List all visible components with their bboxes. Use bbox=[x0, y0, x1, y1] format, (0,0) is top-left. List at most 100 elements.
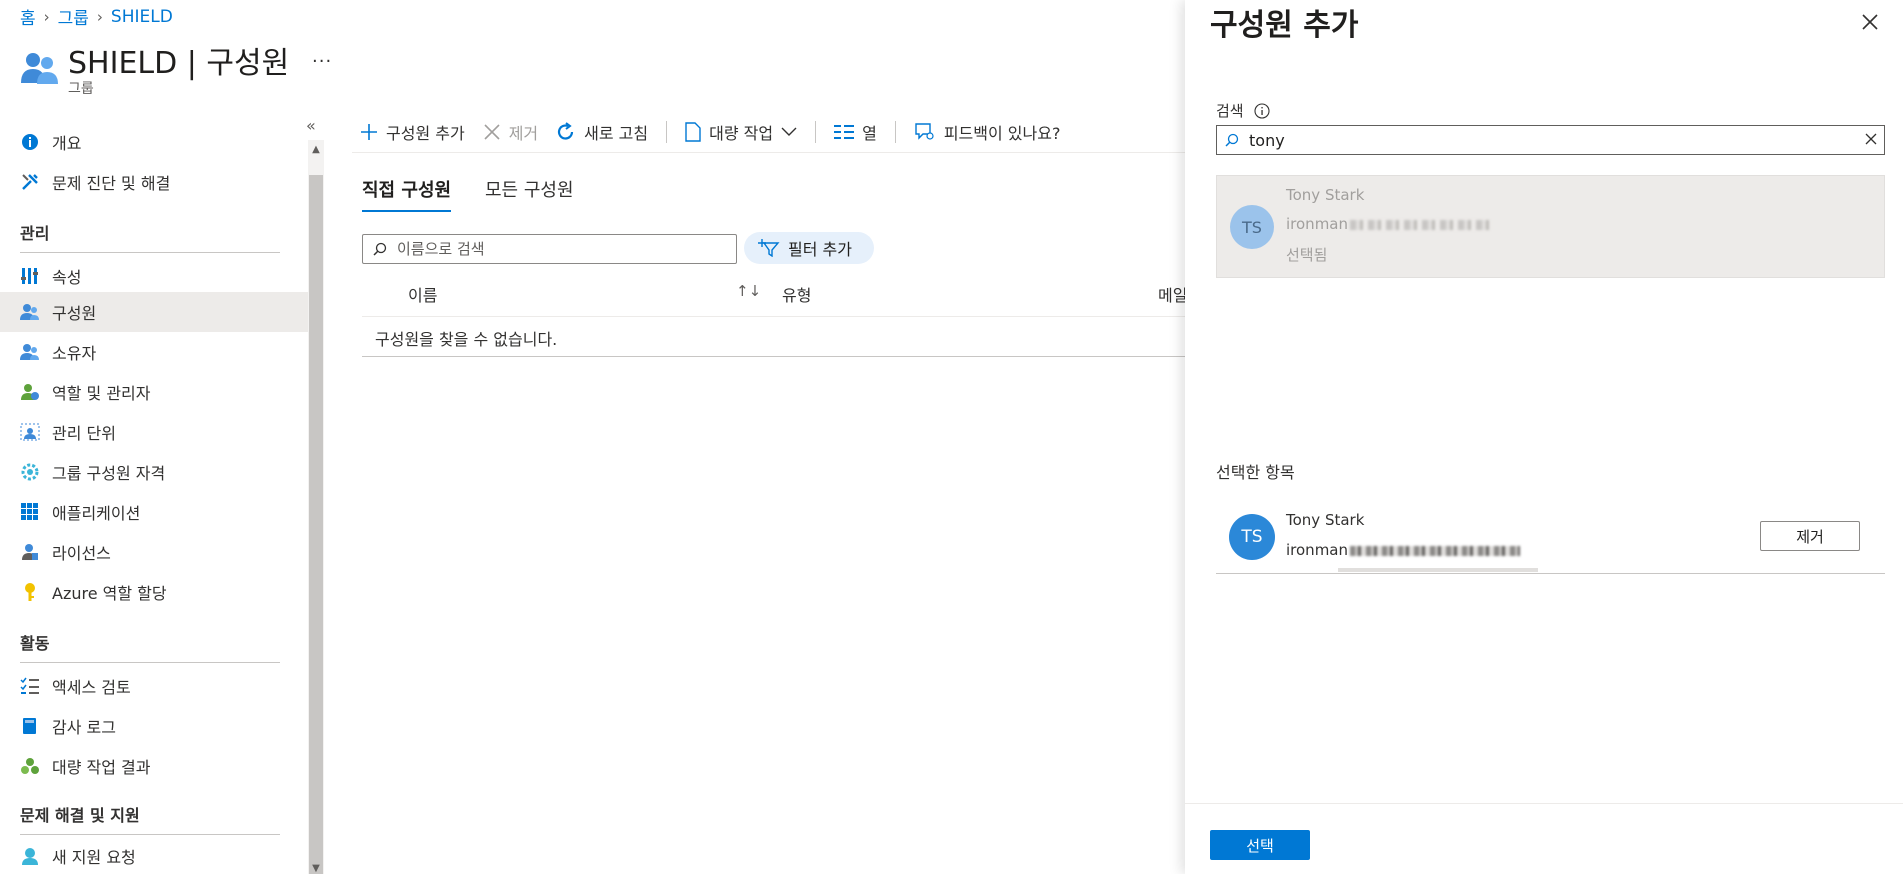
search-input[interactable] bbox=[395, 239, 715, 259]
refresh-label: 새로 고침 bbox=[584, 124, 649, 143]
sidebar-item-overview[interactable]: 개요 bbox=[0, 130, 308, 162]
sidebar-item-label: 그룹 구성원 자격 bbox=[52, 464, 166, 483]
scroll-indicator bbox=[1338, 568, 1538, 572]
sidebar-item-owners[interactable]: 소유자 bbox=[0, 332, 308, 372]
section-heading-manage: 관리 bbox=[20, 224, 50, 243]
column-header-name[interactable]: 이름 bbox=[408, 282, 437, 306]
tab-direct-members[interactable]: 직접 구성원 bbox=[362, 176, 452, 212]
breadcrumb-groups[interactable]: 그룹 bbox=[58, 4, 89, 29]
remove-label: 제거 bbox=[508, 124, 539, 143]
sidebar-item-admin-units[interactable]: 관리 단위 bbox=[0, 412, 308, 452]
sidebar-item-bulk-results[interactable]: 대량 작업 결과 bbox=[0, 746, 308, 786]
sidebar-item-label: 소유자 bbox=[52, 344, 97, 363]
sidebar-item-label: 액세스 검토 bbox=[52, 678, 131, 697]
panel-title: 구성원 추가 bbox=[1210, 8, 1359, 43]
close-icon[interactable] bbox=[1858, 10, 1882, 34]
column-header-type[interactable]: 유형 bbox=[782, 282, 811, 306]
divider bbox=[20, 662, 280, 663]
columns-label: 열 bbox=[862, 124, 877, 143]
breadcrumb: 홈 › 그룹 › SHIELD bbox=[20, 4, 173, 30]
sidebar-scroll-thumb[interactable] bbox=[309, 175, 323, 874]
result-name: Tony Stark bbox=[1286, 186, 1365, 204]
remove-selected-button[interactable]: 제거 bbox=[1760, 521, 1860, 551]
sidebar-item-label: 관리 단위 bbox=[52, 424, 116, 443]
toolbar-divider bbox=[894, 121, 896, 143]
sidebar-item-label: 라이선스 bbox=[52, 544, 111, 563]
roles-icon bbox=[20, 382, 40, 402]
toolbar-divider bbox=[815, 121, 817, 143]
sidebar-item-audit-log[interactable]: 감사 로그 bbox=[0, 706, 308, 746]
sidebar-item-label: 역할 및 관리자 bbox=[52, 384, 151, 403]
chevron-right-icon: › bbox=[96, 7, 103, 26]
sidebar-item-label: 애플리케이션 bbox=[52, 504, 141, 523]
add-member-button[interactable]: 구성원 추가 bbox=[360, 120, 465, 144]
info-icon[interactable] bbox=[1254, 102, 1270, 119]
divider bbox=[362, 356, 1185, 357]
bulk-operations-button[interactable]: 대량 작업 bbox=[685, 120, 797, 144]
redacted-text bbox=[1350, 545, 1520, 556]
page-subtitle: 그룹 bbox=[68, 81, 94, 97]
sidebar-item-diagnose[interactable]: 문제 진단 및 해결 bbox=[0, 162, 308, 202]
sidebar-item-access-review[interactable]: 액세스 검토 bbox=[0, 666, 308, 706]
result-email-text: ironman bbox=[1286, 215, 1348, 233]
sidebar-item-label: 구성원 bbox=[52, 304, 97, 323]
sidebar-item-members[interactable]: 구성원 bbox=[0, 292, 308, 332]
sort-ascending-icon[interactable]: ↑↓ bbox=[736, 282, 761, 300]
add-member-label: 구성원 추가 bbox=[386, 124, 465, 143]
clear-search-icon[interactable] bbox=[1863, 131, 1879, 147]
key-icon bbox=[20, 582, 40, 602]
sidebar-item-label: 개요 bbox=[52, 134, 82, 153]
redacted-text bbox=[1350, 219, 1490, 230]
breadcrumb-current[interactable]: SHIELD bbox=[111, 7, 173, 27]
admin-units-icon bbox=[20, 422, 40, 442]
sidebar-item-properties[interactable]: 속성 bbox=[0, 256, 308, 296]
info-icon bbox=[20, 132, 40, 152]
sidebar-item-new-support[interactable]: 새 지원 요청 bbox=[0, 836, 308, 874]
scroll-up-icon[interactable]: ▲ bbox=[308, 140, 324, 158]
close-icon bbox=[483, 123, 501, 141]
plus-icon bbox=[360, 123, 378, 141]
page-title: SHIELD | 구성원 bbox=[68, 46, 290, 81]
section-heading-activity: 활동 bbox=[20, 634, 50, 653]
divider bbox=[362, 316, 1185, 317]
license-icon bbox=[20, 542, 40, 562]
feedback-icon bbox=[914, 122, 936, 142]
more-options-button[interactable]: ... bbox=[312, 46, 332, 67]
document-icon bbox=[685, 122, 701, 142]
divider bbox=[20, 252, 280, 253]
select-button[interactable]: 선택 bbox=[1210, 830, 1310, 860]
filter-icon bbox=[758, 239, 780, 257]
sidebar-item-azure-roles[interactable]: Azure 역할 할당 bbox=[0, 572, 308, 612]
panel-search-box bbox=[1216, 125, 1885, 155]
breadcrumb-home[interactable]: 홈 bbox=[20, 4, 36, 29]
avatar: TS bbox=[1229, 514, 1275, 560]
sidebar-item-membership[interactable]: 그룹 구성원 자격 bbox=[0, 452, 308, 492]
sidebar-item-roles[interactable]: 역할 및 관리자 bbox=[0, 372, 308, 412]
column-header-email[interactable]: 메일 bbox=[1158, 282, 1187, 306]
bulk-icon bbox=[20, 756, 40, 776]
support-icon bbox=[20, 846, 40, 866]
section-heading-support: 문제 해결 및 지원 bbox=[20, 806, 140, 825]
divider bbox=[352, 152, 1185, 153]
selected-email-text: ironman bbox=[1286, 541, 1348, 559]
divider bbox=[1185, 803, 1903, 804]
panel-search-input[interactable] bbox=[1247, 129, 1847, 151]
search-box bbox=[362, 234, 737, 264]
add-filter-label: 필터 추가 bbox=[788, 240, 852, 259]
refresh-button[interactable]: 새로 고침 bbox=[556, 120, 648, 144]
columns-button[interactable]: 열 bbox=[834, 120, 877, 144]
sidebar-item-licenses[interactable]: 라이선스 bbox=[0, 532, 308, 572]
properties-icon bbox=[20, 266, 40, 286]
sidebar-item-label: 문제 진단 및 해결 bbox=[52, 174, 171, 193]
chevron-down-icon bbox=[781, 127, 797, 137]
result-status: 선택됨 bbox=[1286, 246, 1328, 264]
checklist-icon bbox=[20, 676, 40, 696]
group-icon bbox=[20, 50, 60, 86]
tab-all-members[interactable]: 모든 구성원 bbox=[485, 176, 574, 202]
sidebar-item-applications[interactable]: 애플리케이션 bbox=[0, 492, 308, 532]
add-filter-button[interactable]: 필터 추가 bbox=[744, 232, 874, 264]
sidebar: 개요 문제 진단 및 해결 관리 속성 구성원 소유자 역할 및 관리자 관리 … bbox=[0, 130, 310, 874]
remove-button[interactable]: 제거 bbox=[483, 120, 538, 144]
feedback-button[interactable]: 피드백이 있나요? bbox=[914, 120, 1060, 144]
scroll-down-icon[interactable]: ▼ bbox=[308, 862, 324, 874]
